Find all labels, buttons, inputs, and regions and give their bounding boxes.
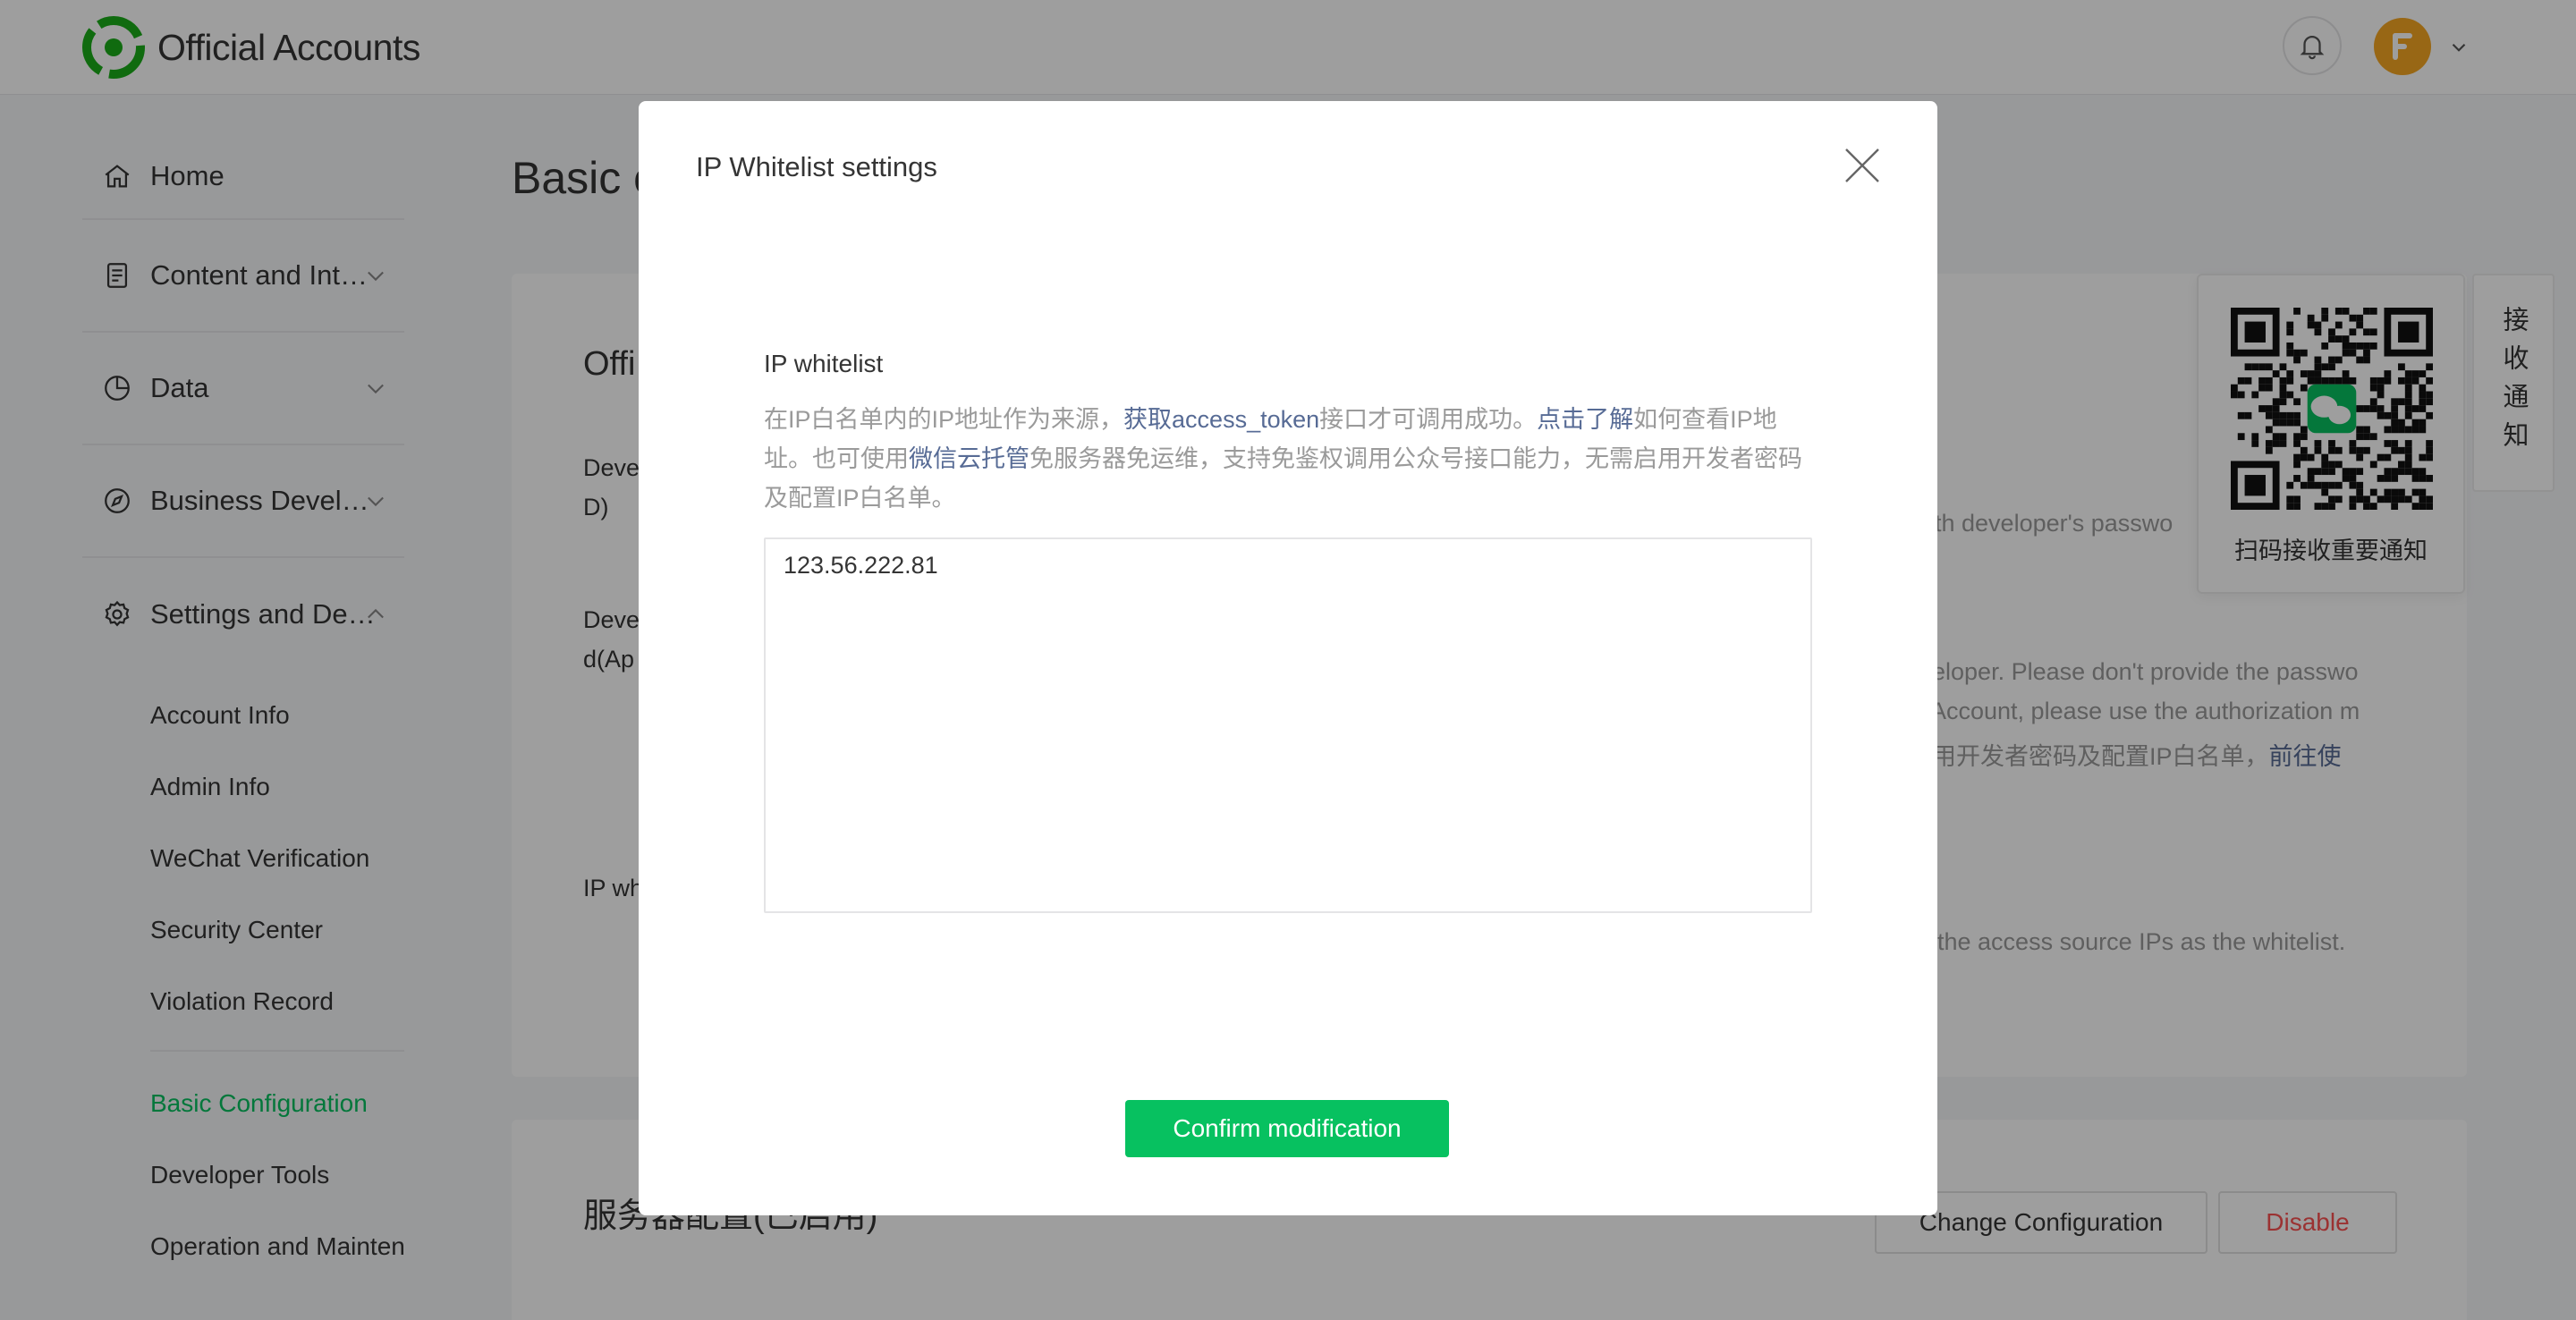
dialog-title: IP Whitelist settings: [696, 151, 937, 182]
desc-text: 接口才可调用成功。: [1319, 406, 1538, 433]
close-icon[interactable]: [1843, 146, 1882, 185]
ip-whitelist-textarea[interactable]: 123.56.222.81: [764, 537, 1812, 913]
ip-whitelist-description: 在IP白名单内的IP地址作为来源，获取access_token接口才可调用成功。…: [764, 400, 1816, 518]
ip-whitelist-dialog: IP Whitelist settings IP whitelist 在IP白名…: [639, 101, 1937, 1215]
ip-whitelist-label: IP whitelist: [764, 350, 884, 377]
wechat-cloud-hosting-link[interactable]: 微信云托管: [909, 445, 1030, 472]
learn-more-link[interactable]: 点击了解: [1537, 406, 1633, 433]
desc-text: 在IP白名单内的IP地址作为来源，: [764, 406, 1124, 433]
confirm-modification-button[interactable]: Confirm modification: [1125, 1100, 1449, 1157]
access-token-link[interactable]: 获取access_token: [1123, 406, 1319, 433]
